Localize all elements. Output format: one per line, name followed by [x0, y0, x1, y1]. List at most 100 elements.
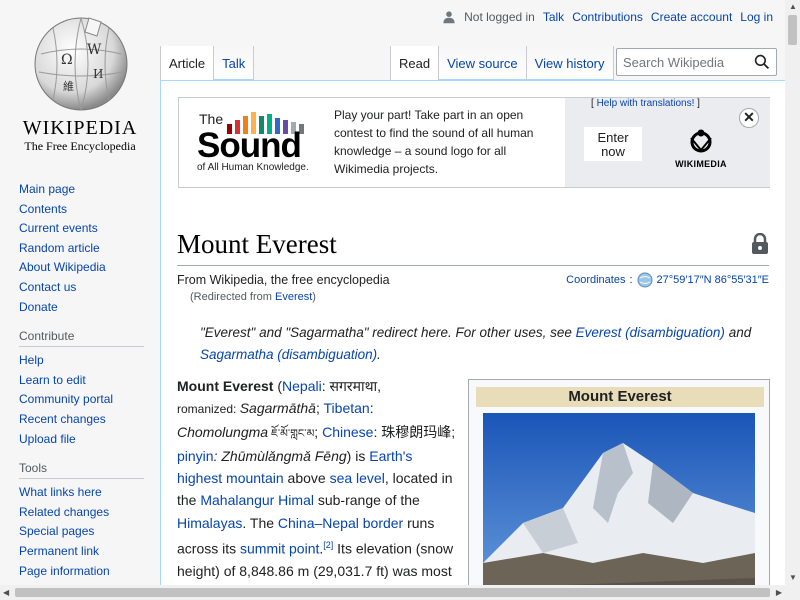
- sidebar-item-learn-to-edit[interactable]: Learn to edit: [19, 373, 86, 387]
- sidebar-item-special-pages[interactable]: Special pages: [19, 524, 94, 538]
- scroll-right-arrow-icon[interactable]: ▶: [776, 588, 782, 597]
- coordinates-label-link[interactable]: Coordinates: [566, 274, 625, 286]
- wikipedia-wordmark: Wikipedia: [22, 117, 138, 139]
- sidebar-item-upload-file[interactable]: Upload file: [19, 432, 76, 446]
- sidebar-item-donate[interactable]: Donate: [19, 300, 58, 314]
- sidebar-heading-contribute: Contribute: [19, 329, 144, 348]
- close-banner-button[interactable]: ✕: [739, 108, 759, 128]
- page-title: Mount Everest: [177, 229, 337, 259]
- wikimedia-logo: WIKIMEDIA: [671, 128, 731, 169]
- site-tagline: From Wikipedia, the free encyclopedia: [177, 273, 390, 287]
- china-nepal-border-link[interactable]: China–Nepal border: [278, 515, 403, 531]
- sidebar-navigation: Main page Contents Current events Random…: [0, 180, 160, 317]
- sagarmatha-disambiguation-link[interactable]: Sagarmatha (disambiguation): [200, 347, 377, 362]
- sidebar-item-community-portal[interactable]: Community portal: [19, 392, 113, 406]
- tab-view-history[interactable]: View history: [526, 46, 614, 80]
- sidebar-item-random-article[interactable]: Random article: [19, 241, 100, 255]
- himalayas-link[interactable]: Himalayas: [177, 515, 242, 531]
- banner-message: Play your part! Take part in an open con…: [334, 108, 534, 176]
- infobox: Mount Everest: [468, 379, 770, 599]
- main-content: The Sound of All Human Knowledge. Play y…: [160, 80, 785, 600]
- sidebar-item-page-information[interactable]: Page information: [19, 564, 110, 578]
- sidebar-tools: What links here Related changes Special …: [0, 483, 160, 581]
- sidebar-item-current-events[interactable]: Current events: [19, 221, 98, 235]
- sidebar-contribute: Help Learn to edit Community portal Rece…: [0, 351, 160, 449]
- sound-logo-sub: of All Human Knowledge.: [197, 162, 309, 173]
- horizontal-scrollbar[interactable]: ◀ ▶: [0, 585, 800, 600]
- horizontal-scroll-thumb[interactable]: [15, 588, 770, 597]
- summit-point-link[interactable]: summit point: [240, 541, 319, 557]
- scroll-down-arrow-icon[interactable]: ▼: [789, 573, 797, 582]
- chinese-link[interactable]: Chinese: [322, 424, 373, 440]
- coordinates-value-link[interactable]: 27°59′17″N 86°55′31″E: [657, 274, 769, 286]
- lock-icon[interactable]: [751, 233, 769, 255]
- infobox-title: Mount Everest: [476, 387, 764, 407]
- sea-level-link[interactable]: sea level: [330, 470, 385, 486]
- vertical-scrollbar[interactable]: ▲ ▼: [785, 0, 800, 600]
- sidebar-heading-tools: Tools: [19, 461, 144, 480]
- vertical-scroll-thumb[interactable]: [788, 15, 797, 45]
- pinyin-link[interactable]: pinyin: [177, 448, 214, 464]
- reference-link[interactable]: [2]: [323, 540, 333, 550]
- wikipedia-tagline: The Free Encyclopedia: [24, 139, 136, 153]
- tibetan-link[interactable]: Tibetan: [324, 400, 370, 416]
- user-icon: [443, 11, 455, 24]
- log-in-link[interactable]: Log in: [740, 10, 773, 24]
- view-tabs: Read View source View history: [390, 46, 614, 80]
- banner-actions: [ Help with translations! ] Enter now ✕ …: [565, 98, 770, 187]
- sidebar-item-permanent-link[interactable]: Permanent link: [19, 544, 99, 558]
- not-logged-in-text: Not logged in: [464, 10, 535, 24]
- sidebar: Main page Contents Current events Random…: [0, 180, 160, 581]
- redirect-notice: (Redirected from Everest): [190, 291, 316, 303]
- highest-mountain-link[interactable]: highest mountain: [177, 470, 284, 486]
- sidebar-item-about-wikipedia[interactable]: About Wikipedia: [19, 260, 106, 274]
- lead-paragraph: Mount Everest (Nepali: सगरमाथा, romanize…: [177, 378, 456, 599]
- tab-talk[interactable]: Talk: [214, 46, 255, 80]
- everest-disambiguation-link[interactable]: Everest (disambiguation): [576, 325, 725, 340]
- svg-text:И: И: [93, 67, 103, 81]
- sound-logo-the: The: [199, 111, 224, 127]
- help-translations-link[interactable]: [ Help with translations! ]: [591, 98, 700, 109]
- mahalangur-himal-link[interactable]: Mahalangur Himal: [200, 492, 314, 508]
- personal-talk-link[interactable]: Talk: [543, 10, 564, 24]
- svg-text:Ω: Ω: [61, 52, 73, 68]
- tab-article[interactable]: Article: [160, 46, 215, 80]
- title-divider: [177, 265, 769, 266]
- search-icon[interactable]: [754, 54, 770, 70]
- sidebar-item-contact-us[interactable]: Contact us: [19, 280, 76, 294]
- wikimedia-wordmark: WIKIMEDIA: [675, 159, 727, 169]
- sound-logo: The Sound of All Human Knowledge.: [197, 111, 327, 174]
- svg-text:W: W: [87, 42, 102, 58]
- namespace-tabs: Article Talk: [160, 46, 255, 80]
- wikipedia-logo[interactable]: Ω W И 維 Wikipedia The Free Encyclopedia: [0, 0, 160, 160]
- hatnote: "Everest" and "Sagarmatha" redirect here…: [200, 325, 752, 362]
- nepali-link[interactable]: Nepali: [282, 378, 322, 394]
- tab-view-source[interactable]: View source: [439, 46, 527, 80]
- enter-now-button[interactable]: Enter now: [583, 126, 643, 162]
- earths-link[interactable]: Earth's: [369, 448, 412, 464]
- sidebar-item-contents[interactable]: Contents: [19, 202, 67, 216]
- create-account-link[interactable]: Create account: [651, 10, 732, 24]
- sidebar-item-recent-changes[interactable]: Recent changes: [19, 412, 106, 426]
- mountain-image: [483, 413, 755, 599]
- personal-contributions-link[interactable]: Contributions: [572, 10, 643, 24]
- central-notice-banner: The Sound of All Human Knowledge. Play y…: [178, 97, 770, 188]
- wikimedia-icon: [690, 129, 712, 153]
- scroll-up-arrow-icon[interactable]: ▲: [789, 2, 797, 11]
- wikipedia-globe-icon: Ω W И 維: [34, 17, 128, 111]
- everest-photo[interactable]: [483, 413, 755, 599]
- tab-read[interactable]: Read: [390, 46, 440, 80]
- sidebar-item-related-changes[interactable]: Related changes: [19, 505, 109, 519]
- globe-icon[interactable]: [637, 272, 653, 288]
- scroll-left-arrow-icon[interactable]: ◀: [3, 588, 9, 597]
- sound-logo-word: Sound: [197, 126, 302, 165]
- search-box: [616, 48, 777, 76]
- sidebar-item-help[interactable]: Help: [19, 353, 44, 367]
- coordinates: Coordinates: 27°59′17″N 86°55′31″E: [566, 272, 769, 288]
- sidebar-item-what-links-here[interactable]: What links here: [19, 485, 102, 499]
- search-input[interactable]: [617, 49, 747, 75]
- redirect-source-link[interactable]: Everest: [275, 291, 312, 303]
- svg-text:維: 維: [63, 80, 74, 93]
- sidebar-item-main-page[interactable]: Main page: [19, 182, 75, 196]
- personal-tools: Not logged in Talk Contributions Create …: [442, 10, 773, 24]
